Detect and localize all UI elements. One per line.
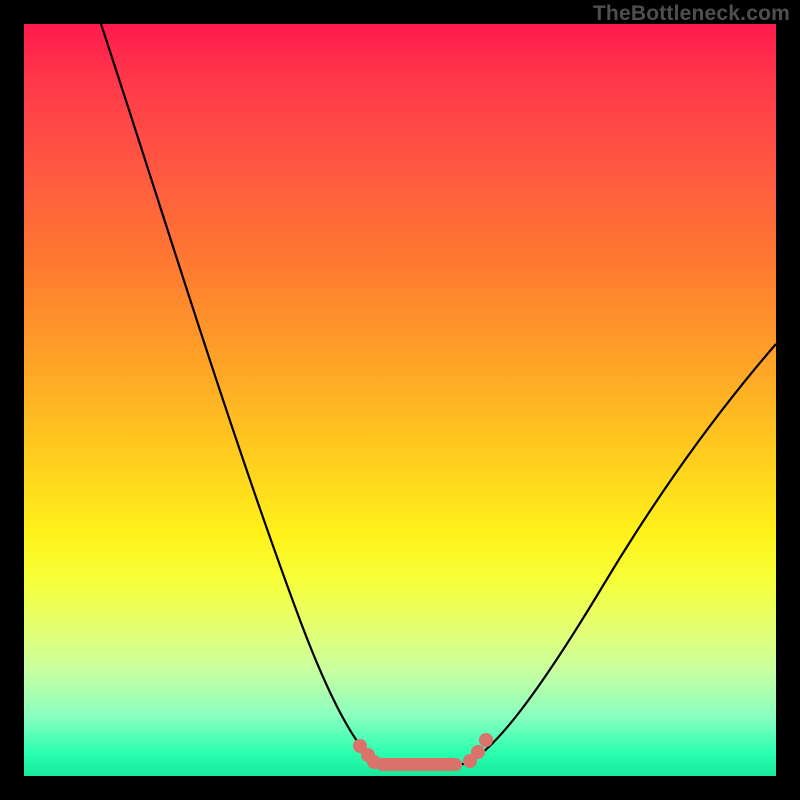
chart-frame (24, 24, 776, 776)
plot-background (24, 24, 776, 776)
watermark-text: TheBottleneck.com (593, 2, 790, 26)
